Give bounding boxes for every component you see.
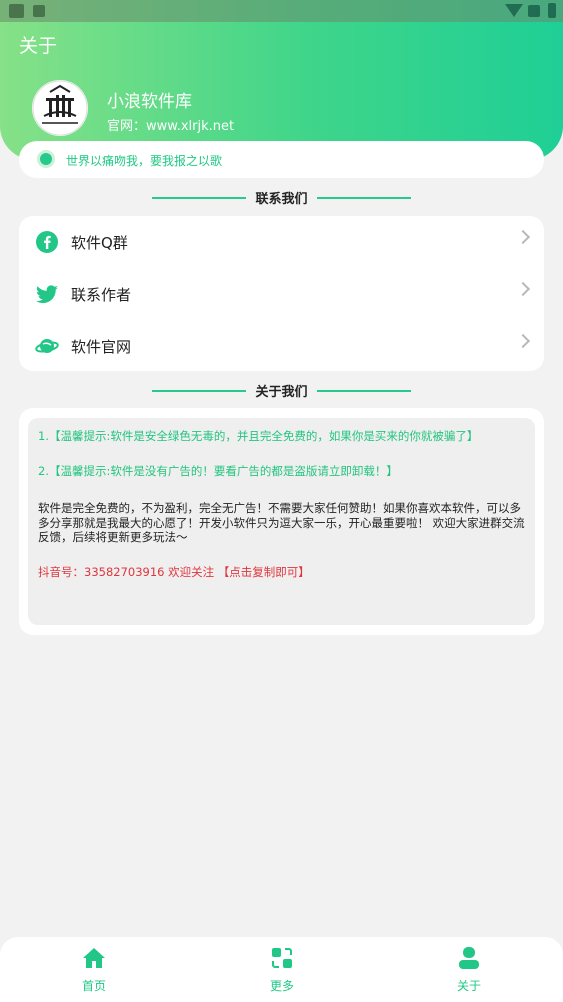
website-link[interactable]: 官网：www.xlrjk.net	[107, 115, 234, 134]
chevron-right-icon	[515, 229, 531, 245]
contact-section-title: 联系我们	[0, 188, 563, 207]
wifi-icon	[505, 4, 523, 17]
user-icon	[459, 947, 479, 969]
planet-icon	[35, 339, 59, 353]
about-section-title: 关于我们	[0, 381, 563, 400]
motto-text: 世界以痛吻我，要我报之以歌	[66, 154, 223, 168]
chevron-right-icon	[515, 281, 531, 297]
twitter-icon	[36, 285, 58, 303]
tab-label: 关于	[456, 979, 481, 993]
swap-icon	[272, 948, 292, 968]
bottom-tab-bar: 首页 更多 关于	[0, 937, 563, 1002]
description: 软件是完全免费的，不为盈利，完全无广告！不需要大家任何赞助！如果你喜欢本软件，可…	[38, 501, 525, 544]
contact-item-label: 软件官网	[71, 338, 132, 356]
dot-icon	[37, 150, 55, 168]
tab-label: 更多	[269, 979, 294, 993]
contact-item-website[interactable]: 软件官网	[19, 320, 544, 372]
about-content: 1.【温馨提示:软件是安全绿色无毒的，并且完全免费的，如果你是买来的你就被骗了】…	[28, 418, 535, 625]
status-bar	[0, 0, 563, 22]
app-notification-icon	[33, 5, 45, 17]
motto-banner: 世界以痛吻我，要我报之以歌	[19, 141, 544, 178]
about-card: 1.【温馨提示:软件是安全绿色无毒的，并且完全免费的，如果你是买来的你就被骗了】…	[19, 408, 544, 635]
tip-1: 1.【温馨提示:软件是安全绿色无毒的，并且完全免费的，如果你是买来的你就被骗了】	[38, 429, 479, 443]
contact-item-label: 软件Q群	[71, 234, 128, 252]
logo-icon	[32, 80, 88, 136]
battery-icon	[548, 3, 556, 18]
contact-card: 软件Q群 联系作者 软件官网	[19, 216, 544, 371]
chevron-right-icon	[515, 333, 531, 349]
tab-about[interactable]: 关于	[429, 937, 509, 1002]
contact-title-text: 联系我们	[255, 192, 308, 207]
tab-label: 首页	[81, 979, 106, 993]
tab-more[interactable]: 更多	[242, 937, 322, 1002]
signal-icon	[528, 5, 540, 17]
avatar	[32, 80, 88, 136]
contact-item-qq-group[interactable]: 软件Q群	[19, 216, 544, 268]
douyin-copy-link[interactable]: 抖音号：33582703916 欢迎关注 【点击复制即可】	[38, 565, 528, 580]
contact-item-label: 联系作者	[71, 286, 132, 304]
tab-home[interactable]: 首页	[54, 937, 134, 1002]
divider	[152, 197, 246, 199]
divider	[317, 197, 411, 199]
contact-item-author[interactable]: 联系作者	[19, 268, 544, 320]
page-title: 关于	[19, 35, 58, 57]
facebook-icon	[36, 231, 58, 253]
home-icon	[83, 948, 105, 968]
notification-icon	[9, 4, 24, 18]
header-background: 关于 小浪软件库 官网：www.xlrjk.net	[0, 0, 563, 160]
divider	[317, 390, 411, 392]
divider	[152, 390, 246, 392]
app-name: 小浪软件库	[107, 92, 192, 112]
tip-2: 2.【温馨提示:软件是没有广告的！要看广告的都是盗版请立即卸载！】	[38, 464, 398, 478]
about-title-text: 关于我们	[255, 385, 308, 400]
